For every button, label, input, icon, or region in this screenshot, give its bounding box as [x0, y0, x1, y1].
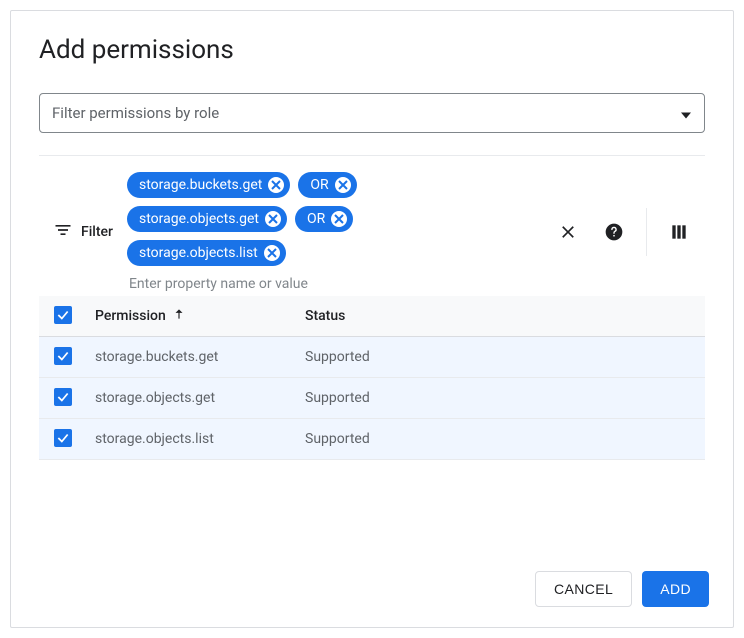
add-permissions-dialog: Add permissions Filter permissions by ro…: [10, 10, 734, 628]
filter-operator-chip[interactable]: OR: [298, 172, 356, 198]
cell-status: Supported: [297, 419, 705, 460]
close-icon: [558, 222, 578, 242]
chip-label: OR: [310, 177, 328, 193]
dialog-title: Add permissions: [39, 35, 705, 65]
select-all-checkbox[interactable]: [54, 306, 72, 324]
arrow-up-icon: [172, 307, 186, 325]
table-header-row: Permission Status: [39, 296, 705, 337]
filter-chip[interactable]: storage.objects.get: [127, 206, 287, 232]
row-checkbox[interactable]: [54, 429, 72, 447]
filter-bar: Filter storage.buckets.get OR: [39, 164, 705, 296]
close-icon[interactable]: [331, 211, 347, 227]
filter-input[interactable]: Enter property name or value: [127, 274, 540, 292]
help-button[interactable]: [600, 218, 628, 246]
cell-status: Supported: [297, 337, 705, 378]
cell-permission: storage.objects.list: [87, 419, 297, 460]
columns-button[interactable]: [665, 218, 693, 246]
chip-label: storage.buckets.get: [139, 177, 262, 193]
help-icon: [604, 222, 624, 242]
row-checkbox[interactable]: [54, 388, 72, 406]
filter-chip[interactable]: storage.buckets.get: [127, 172, 290, 198]
table-row[interactable]: storage.objects.list Supported: [39, 419, 705, 460]
chip-label: storage.objects.get: [139, 211, 259, 227]
cell-status: Supported: [297, 378, 705, 419]
filter-chips: storage.buckets.get OR storage.objects.g…: [127, 172, 540, 292]
filter-chip[interactable]: storage.objects.list: [127, 240, 286, 266]
role-filter-placeholder: Filter permissions by role: [52, 104, 219, 122]
cancel-button[interactable]: CANCEL: [535, 571, 632, 607]
table-row[interactable]: storage.objects.get Supported: [39, 378, 705, 419]
divider: [39, 155, 705, 156]
filter-icon: [53, 220, 73, 244]
chip-label: OR: [307, 211, 325, 227]
column-header-permission[interactable]: Permission: [95, 307, 186, 325]
add-button[interactable]: ADD: [642, 571, 709, 607]
filter-operator-chip[interactable]: OR: [295, 206, 353, 232]
close-icon[interactable]: [265, 211, 281, 227]
filter-label: Filter: [81, 224, 113, 240]
role-filter-select[interactable]: Filter permissions by role: [39, 93, 705, 133]
column-header-status[interactable]: Status: [297, 296, 705, 337]
cell-permission: storage.objects.get: [87, 378, 297, 419]
close-icon[interactable]: [268, 177, 284, 193]
clear-filters-button[interactable]: [554, 218, 582, 246]
columns-icon: [669, 222, 689, 242]
divider: [646, 208, 647, 256]
close-icon[interactable]: [264, 245, 280, 261]
table-row[interactable]: storage.buckets.get Supported: [39, 337, 705, 378]
permissions-table: Permission Status storage.buckets.get: [39, 296, 705, 460]
cell-permission: storage.buckets.get: [87, 337, 297, 378]
chip-label: storage.objects.list: [139, 245, 258, 261]
dialog-actions: CANCEL ADD: [535, 571, 709, 607]
row-checkbox[interactable]: [54, 347, 72, 365]
close-icon[interactable]: [335, 177, 351, 193]
